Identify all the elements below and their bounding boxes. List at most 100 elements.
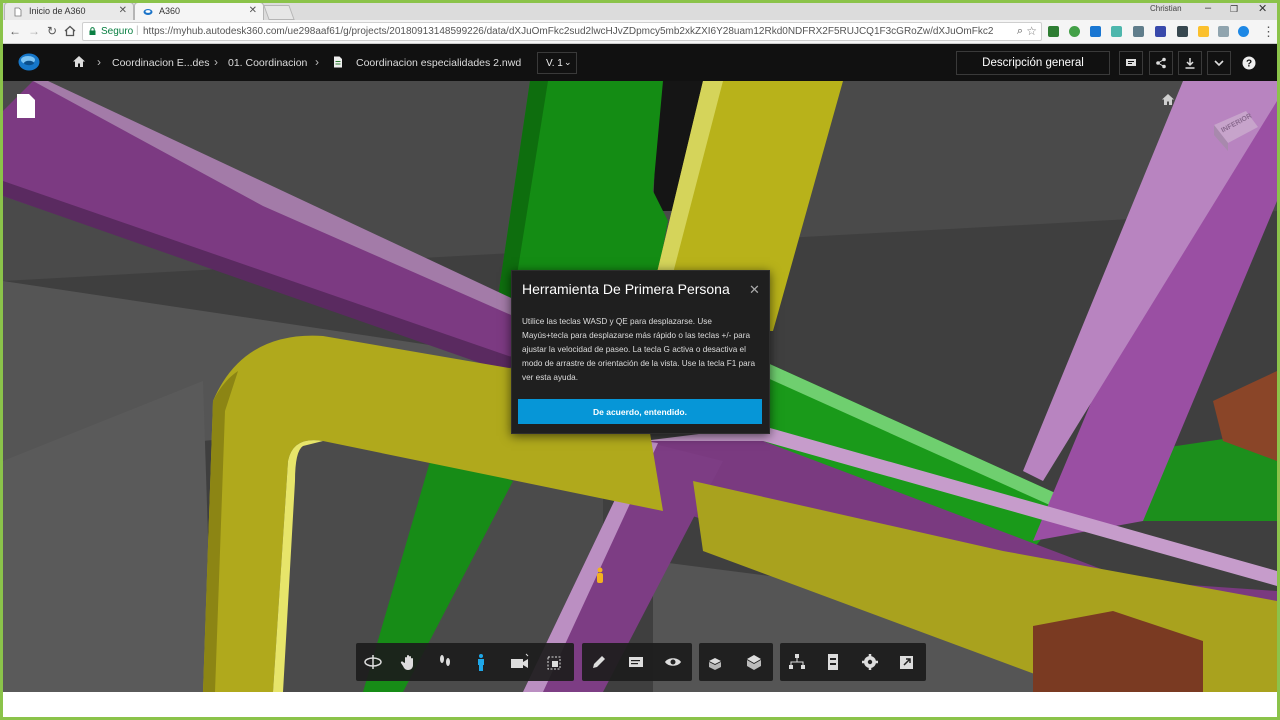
- extension-icon[interactable]: [1111, 26, 1122, 37]
- orbit-button[interactable]: [356, 643, 390, 681]
- close-icon[interactable]: ✕: [749, 282, 760, 298]
- model-browser-button[interactable]: [780, 643, 814, 681]
- overview-button[interactable]: Descripción general: [956, 51, 1110, 75]
- dialog-body: Utilice las teclas WASD y QE para despla…: [522, 317, 756, 382]
- extension-icon[interactable]: [1238, 26, 1249, 37]
- chevron-right-icon: ›: [214, 55, 218, 69]
- markup-toolbar: [582, 643, 692, 681]
- comments-button[interactable]: [1119, 51, 1143, 75]
- extension-icon[interactable]: [1218, 26, 1229, 37]
- document-browser-icon[interactable]: [15, 93, 37, 119]
- extension-icon[interactable]: [1198, 26, 1209, 37]
- extension-icon[interactable]: [1133, 26, 1144, 37]
- page-bottom-area: [0, 692, 1280, 720]
- home-icon[interactable]: [64, 25, 76, 37]
- view-home-icon[interactable]: [1161, 93, 1175, 106]
- back-icon[interactable]: ←: [9, 24, 21, 38]
- pan-button[interactable]: [392, 643, 426, 681]
- section-button[interactable]: [737, 643, 771, 681]
- close-tab-icon[interactable]: ✕: [249, 5, 257, 16]
- browser-tab-strip: Inicio de A360 ✕ A360 ✕ Christian – ❐ ✕: [0, 0, 1280, 20]
- forward-icon[interactable]: →: [28, 24, 40, 38]
- restore-icon[interactable]: ❐: [1230, 4, 1238, 15]
- download-button[interactable]: [1178, 51, 1202, 75]
- extension-icon[interactable]: [1155, 26, 1166, 37]
- first-person-button[interactable]: [464, 643, 498, 681]
- properties-icon: [828, 654, 838, 670]
- camera-icon: [511, 653, 529, 668]
- browser-tab-inicio[interactable]: Inicio de A360 ✕: [4, 2, 134, 20]
- browser-menu-icon[interactable]: ⋮: [1262, 24, 1275, 40]
- browser-tab-title: A360: [159, 6, 181, 16]
- ok-button[interactable]: De acuerdo, entendido.: [518, 399, 762, 424]
- reload-icon[interactable]: ↻: [47, 24, 57, 38]
- dialog-title: Herramienta De Primera Persona: [522, 281, 730, 297]
- walk-button[interactable]: [428, 643, 462, 681]
- svg-text:?: ?: [1246, 59, 1252, 70]
- breadcrumb-project[interactable]: Coordinacion E...des: [112, 57, 209, 69]
- close-tab-icon[interactable]: ✕: [119, 5, 127, 16]
- a360-logo-icon[interactable]: [18, 52, 40, 72]
- share-button[interactable]: [1149, 51, 1173, 75]
- extension-icon[interactable]: [1069, 26, 1080, 37]
- pan-icon: [400, 655, 413, 670]
- breadcrumb-file[interactable]: Coordinacion especialidades 2.nwd: [356, 57, 521, 69]
- first-person-dialog: Herramienta De Primera Persona ✕ Utilice…: [511, 270, 770, 434]
- secure-label: Seguro: [101, 26, 134, 37]
- navigation-toolbar: [356, 643, 574, 681]
- markup-button[interactable]: [582, 643, 616, 681]
- walk-footprints-icon: [440, 655, 450, 666]
- extension-icon[interactable]: [1177, 26, 1188, 37]
- fit-view-button[interactable]: [538, 643, 572, 681]
- comment-button[interactable]: [620, 643, 654, 681]
- section-cube-icon: [747, 655, 761, 670]
- minimize-icon[interactable]: –: [1205, 2, 1211, 14]
- help-button[interactable]: ?: [1237, 51, 1261, 75]
- url-text[interactable]: https://myhub.autodesk360.com/ue298aaf61…: [143, 26, 993, 37]
- more-menu-button[interactable]: [1207, 51, 1231, 75]
- zoom-icon[interactable]: ⌕: [1017, 25, 1023, 38]
- a360-favicon-icon: [143, 9, 153, 15]
- chevron-down-icon: [1214, 60, 1224, 67]
- share-icon: [1156, 57, 1166, 69]
- explode-icon: [709, 658, 721, 670]
- new-tab-button[interactable]: [263, 5, 295, 20]
- properties-button[interactable]: [816, 643, 850, 681]
- profile-name[interactable]: Christian: [1150, 4, 1182, 13]
- orbit-icon: [364, 655, 382, 669]
- download-icon: [1185, 58, 1195, 69]
- help-icon: ?: [1242, 56, 1256, 70]
- walk-avatar-icon: [597, 567, 603, 583]
- view-cube[interactable]: INFERIOR: [1208, 105, 1260, 151]
- first-person-icon: [478, 654, 484, 671]
- markup-pencil-icon: [593, 656, 605, 668]
- lock-icon: [89, 27, 96, 35]
- model-tools-toolbar: [699, 643, 773, 681]
- browser-tab-a360[interactable]: A360 ✕: [134, 2, 264, 20]
- model-browser-icon: [789, 654, 805, 669]
- breadcrumb-folder[interactable]: 01. Coordinacion: [228, 57, 307, 69]
- version-dropdown[interactable]: V. 1 ⌄: [537, 52, 577, 74]
- browser-tab-title: Inicio de A360: [29, 6, 86, 16]
- extension-icon[interactable]: [1090, 26, 1101, 37]
- close-window-icon[interactable]: ✕: [1258, 2, 1267, 15]
- fullscreen-icon: [900, 656, 913, 669]
- bookmark-star-icon[interactable]: ☆: [1026, 24, 1037, 38]
- settings-toolbar: [780, 643, 926, 681]
- comment-icon: [629, 657, 643, 667]
- view-visibility-button[interactable]: [656, 643, 690, 681]
- fullscreen-button[interactable]: [890, 643, 924, 681]
- extension-icon[interactable]: [1048, 26, 1059, 37]
- camera-button[interactable]: [502, 643, 536, 681]
- explode-button[interactable]: [699, 643, 733, 681]
- home-icon[interactable]: [72, 55, 86, 68]
- settings-button[interactable]: [853, 643, 887, 681]
- app-header: › Coordinacion E...des › 01. Coordinacio…: [0, 44, 1280, 81]
- fit-view-icon: [547, 656, 561, 670]
- file-icon: [334, 56, 342, 68]
- comment-icon: [1126, 59, 1136, 66]
- settings-icon: [862, 654, 878, 670]
- address-bar[interactable]: Seguro | https://myhub.autodesk360.com/u…: [82, 22, 1042, 41]
- version-label: V. 1: [546, 58, 563, 69]
- view-eye-icon: [665, 658, 681, 666]
